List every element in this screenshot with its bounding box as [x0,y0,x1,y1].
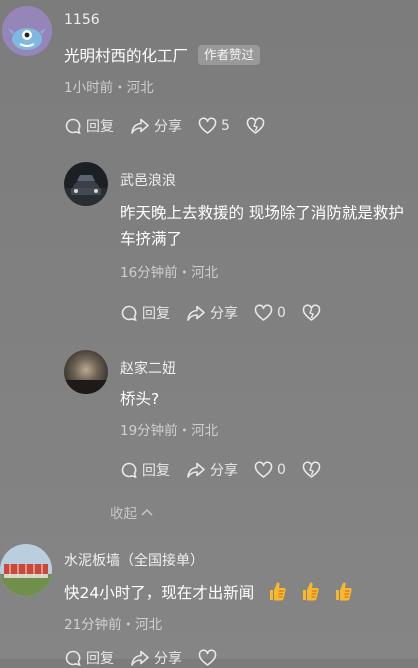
reply-label: 回复 [142,463,170,479]
comment-content: 快24小时了，现在才出新闻 [64,580,353,606]
reply-label: 回复 [86,651,114,667]
reply-button[interactable]: 回复 [64,116,114,136]
heart-icon [198,649,217,666]
avatar[interactable] [0,544,52,596]
like-count: 0 [277,462,286,478]
comment-actions: 回复 分享 [64,648,233,668]
reply-content: 昨天晚上去救援的 现场除了消防就是救护车挤满了 [120,204,404,248]
reply-meta: 19分钟前・河北 [120,423,219,439]
like-button[interactable] [198,649,217,667]
reply-button[interactable]: 回复 [64,648,114,668]
comment-meta: 1小时前・河北 [64,80,154,96]
comment-username[interactable]: 水泥板墙（全国接单） [64,550,204,570]
reply-icon [65,118,81,135]
reply-icon [121,462,137,479]
monster-avatar-icon [2,6,52,56]
thumbs-up-icon [336,582,352,601]
dislike-button[interactable] [246,117,265,135]
avatar[interactable] [64,350,108,394]
share-button[interactable]: 分享 [186,303,238,323]
reply-content: 桥头? [120,390,160,408]
car-photo-avatar-icon [64,162,108,206]
broken-heart-icon [302,304,321,321]
sunset-photo-avatar-icon [64,350,108,394]
reply-button[interactable]: 回复 [120,303,170,323]
share-label: 分享 [154,119,182,135]
comment-item: 水泥板墙（全国接单） 快24小时了，现在才出新闻 21分钟前・河北 回复 分享 [0,538,418,667]
wall-photo-avatar-icon [0,544,52,596]
heart-icon [198,117,217,134]
avatar[interactable] [2,6,52,56]
reply-item: 武邑浪浪 昨天晚上去救援的 现场除了消防就是救护车挤满了 16分钟前・河北 回复… [0,150,418,340]
thumbs-up-icon [303,582,319,601]
share-label: 分享 [154,651,182,667]
heart-icon [254,461,273,478]
like-button[interactable]: 5 [198,117,230,135]
comment-text: 光明村西的化工厂 [64,47,189,65]
comment-content: 光明村西的化工厂 作者赞过 [64,43,261,69]
like-button[interactable]: 0 [254,304,286,322]
reply-item: 赵家二妞 桥头? 19分钟前・河北 回复 分享 0 [0,340,418,500]
collapse-replies-button[interactable]: 收起 [110,502,154,522]
dislike-button[interactable] [302,304,321,322]
reply-label: 回复 [142,306,170,322]
reply-username[interactable]: 赵家二妞 [120,358,176,378]
thumbs-up-icon [270,582,286,601]
share-icon [131,650,149,666]
avatar[interactable] [64,162,108,206]
comment-text: 快24小时了，现在才出新闻 [64,584,255,602]
share-button[interactable]: 分享 [130,648,182,668]
share-icon [131,118,149,134]
comment-username[interactable]: 1156 [64,12,100,28]
author-liked-badge: 作者赞过 [198,45,261,65]
reply-icon [121,305,137,322]
share-icon [187,305,205,321]
dislike-button[interactable] [302,461,321,479]
reply-label: 回复 [86,119,114,135]
share-label: 分享 [210,306,238,322]
broken-heart-icon [246,117,265,134]
like-count: 0 [277,305,286,321]
reply-username[interactable]: 武邑浪浪 [120,170,176,190]
like-count: 5 [221,118,230,134]
reply-actions: 回复 分享 0 [120,303,337,323]
heart-icon [254,304,273,321]
reply-meta: 16分钟前・河北 [120,265,219,281]
broken-heart-icon [302,461,321,478]
comment-actions: 回复 分享 5 [64,116,281,136]
reply-icon [65,650,81,667]
comment-item: 1156 光明村西的化工厂 作者赞过 1小时前・河北 回复 分享 5 [0,0,418,150]
share-label: 分享 [210,463,238,479]
collapse-label: 收起 [110,506,137,522]
share-icon [187,462,205,478]
share-button[interactable]: 分享 [130,116,182,136]
like-button[interactable]: 0 [254,461,286,479]
comment-meta: 21分钟前・河北 [64,617,163,633]
chevron-up-icon [141,508,153,516]
reply-actions: 回复 分享 0 [120,460,337,480]
reply-button[interactable]: 回复 [120,460,170,480]
share-button[interactable]: 分享 [186,460,238,480]
